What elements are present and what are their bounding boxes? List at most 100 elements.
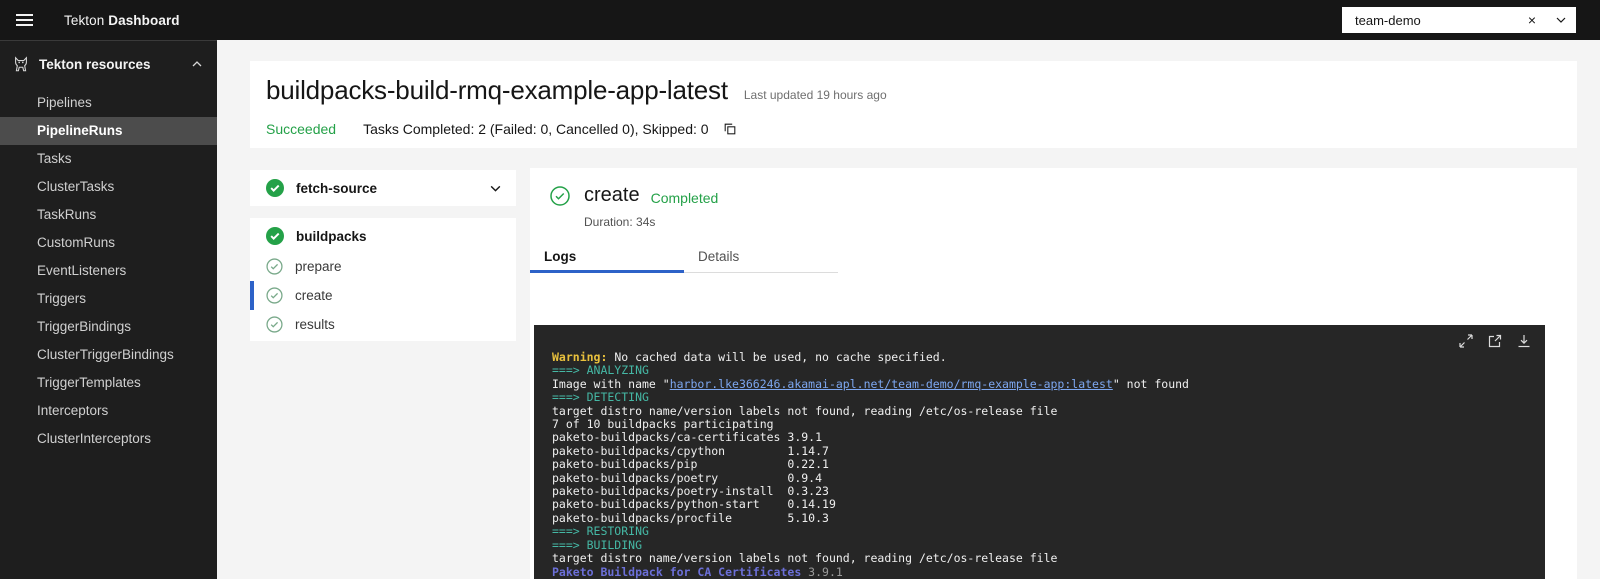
status-badge: Succeeded bbox=[266, 121, 336, 137]
log-text: No cached data will be used, no cache sp… bbox=[607, 350, 946, 364]
tab-logs[interactable]: Logs bbox=[530, 243, 684, 273]
step-item-create[interactable]: create bbox=[250, 281, 516, 310]
log-link[interactable]: harbor.lke366246.akamai-apl.net/team-dem… bbox=[670, 377, 1113, 391]
sidebar-item-pipelineruns[interactable]: PipelineRuns bbox=[0, 117, 217, 145]
log-text: target distro name/version labels not fo… bbox=[552, 551, 1057, 565]
sidebar-item-clusterinterceptors[interactable]: ClusterInterceptors bbox=[0, 425, 217, 453]
step-status-text: Completed bbox=[651, 190, 719, 206]
log-toolbar bbox=[1458, 333, 1532, 349]
log-text: paketo-buildpacks/python-start 0.14.19 bbox=[552, 497, 836, 511]
log-line: 7 of 10 buildpacks participating bbox=[552, 418, 1531, 431]
namespace-select-value: team-demo bbox=[1342, 13, 1518, 28]
step-check-icon bbox=[266, 287, 283, 304]
log-line: ===> ANALYZING bbox=[552, 364, 1531, 377]
tekton-logo-icon bbox=[12, 55, 30, 73]
log-line: paketo-buildpacks/python-start 0.14.19 bbox=[552, 498, 1531, 511]
maximize-icon[interactable] bbox=[1458, 333, 1474, 349]
app-title: Tekton Dashboard bbox=[64, 13, 180, 28]
step-item-results[interactable]: results bbox=[250, 310, 516, 339]
chevron-down-icon[interactable] bbox=[1546, 14, 1576, 26]
task-item-buildpacks: buildpacks prepare create results bbox=[250, 218, 516, 341]
log-line: ===> RESTORING bbox=[552, 525, 1531, 538]
sidebar-item-interceptors[interactable]: Interceptors bbox=[0, 397, 217, 425]
step-check-icon bbox=[266, 316, 283, 333]
log-line: paketo-buildpacks/poetry-install 0.3.23 bbox=[552, 485, 1531, 498]
last-updated-text: Last updated 19 hours ago bbox=[744, 88, 887, 102]
log-text: paketo-buildpacks/pip 0.22.1 bbox=[552, 457, 829, 471]
sidebar-items: PipelinesPipelineRunsTasksClusterTasksTa… bbox=[0, 89, 217, 453]
sidebar-item-tasks[interactable]: Tasks bbox=[0, 145, 217, 173]
log-line: target distro name/version labels not fo… bbox=[552, 552, 1531, 565]
sidebar-item-triggers[interactable]: Triggers bbox=[0, 285, 217, 313]
namespace-select[interactable]: team-demo × bbox=[1342, 7, 1576, 33]
log-text: ===> DETECTING bbox=[552, 390, 649, 404]
sidebar-section-tekton-resources[interactable]: Tekton resources bbox=[0, 41, 217, 83]
sidebar-item-clustertriggerbindings[interactable]: ClusterTriggerBindings bbox=[0, 341, 217, 369]
log-text: paketo-buildpacks/procfile 5.10.3 bbox=[552, 511, 829, 525]
log-line: paketo-buildpacks/poetry 0.9.4 bbox=[552, 472, 1531, 485]
sidebar: Tekton resources PipelinesPipelineRunsTa… bbox=[0, 40, 217, 579]
log-line: Warning: No cached data will be used, no… bbox=[552, 351, 1531, 364]
log-viewer[interactable]: Warning: No cached data will be used, no… bbox=[534, 325, 1545, 579]
copy-icon[interactable] bbox=[723, 122, 737, 136]
tasks-summary: Tasks Completed: 2 (Failed: 0, Cancelled… bbox=[363, 121, 709, 137]
log-line: Paketo Buildpack for CA Certificates 3.9… bbox=[552, 566, 1531, 579]
log-line: target distro name/version labels not fo… bbox=[552, 405, 1531, 418]
step-item-prepare[interactable]: prepare bbox=[250, 252, 516, 281]
clear-selection-icon[interactable]: × bbox=[1518, 12, 1546, 28]
step-success-check-icon bbox=[550, 186, 570, 206]
log-line: paketo-buildpacks/procfile 5.10.3 bbox=[552, 512, 1531, 525]
main-content: buildpacks-build-rmq-example-app-latest … bbox=[217, 40, 1600, 579]
sidebar-item-triggerbindings[interactable]: TriggerBindings bbox=[0, 313, 217, 341]
step-name: results bbox=[295, 317, 335, 332]
tab-details[interactable]: Details bbox=[684, 243, 838, 273]
sidebar-section-label: Tekton resources bbox=[39, 57, 191, 72]
log-line: paketo-buildpacks/pip 0.22.1 bbox=[552, 458, 1531, 471]
log-text: " not found bbox=[1113, 377, 1189, 391]
log-text: target distro name/version labels not fo… bbox=[552, 404, 1057, 418]
top-bar: Tekton Dashboard team-demo × bbox=[0, 0, 1600, 40]
log-line: paketo-buildpacks/cpython 1.14.7 bbox=[552, 445, 1531, 458]
task-item-fetch-source[interactable]: fetch-source bbox=[250, 170, 516, 206]
log-line: ===> DETECTING bbox=[552, 391, 1531, 404]
log-line: Image with name "harbor.lke366246.akamai… bbox=[552, 378, 1531, 391]
chevron-down-icon bbox=[489, 182, 502, 195]
log-text: paketo-buildpacks/cpython 1.14.7 bbox=[552, 444, 829, 458]
sidebar-item-customruns[interactable]: CustomRuns bbox=[0, 229, 217, 257]
open-in-new-icon[interactable] bbox=[1487, 333, 1503, 349]
log-content: Warning: No cached data will be used, no… bbox=[534, 325, 1545, 579]
menu-hamburger-icon[interactable] bbox=[0, 0, 48, 40]
step-check-icon bbox=[266, 258, 283, 275]
sidebar-item-clustertasks[interactable]: ClusterTasks bbox=[0, 173, 217, 201]
success-check-icon bbox=[266, 227, 284, 245]
task-name: fetch-source bbox=[296, 181, 489, 196]
page-title: buildpacks-build-rmq-example-app-latest bbox=[266, 75, 728, 106]
sidebar-item-eventlisteners[interactable]: EventListeners bbox=[0, 257, 217, 285]
sidebar-item-taskruns[interactable]: TaskRuns bbox=[0, 201, 217, 229]
sidebar-item-pipelines[interactable]: Pipelines bbox=[0, 89, 217, 117]
step-title: create bbox=[584, 184, 640, 207]
task-name: buildpacks bbox=[296, 229, 367, 244]
log-line: paketo-buildpacks/ca-certificates 3.9.1 bbox=[552, 431, 1531, 444]
log-text: ===> BUILDING bbox=[552, 538, 642, 552]
app-title-prefix: Tekton bbox=[64, 13, 104, 28]
log-text: ===> ANALYZING bbox=[552, 363, 649, 377]
log-text: Paketo Buildpack for CA Certificates bbox=[552, 565, 801, 579]
log-line: ===> BUILDING bbox=[552, 539, 1531, 552]
log-text: paketo-buildpacks/poetry 0.9.4 bbox=[552, 471, 822, 485]
step-name: create bbox=[295, 288, 333, 303]
pipelinerun-header: buildpacks-build-rmq-example-app-latest … bbox=[250, 61, 1577, 148]
log-text: ===> RESTORING bbox=[552, 524, 649, 538]
download-icon[interactable] bbox=[1516, 333, 1532, 349]
log-text: 7 of 10 buildpacks participating bbox=[552, 417, 774, 431]
chevron-up-icon bbox=[191, 58, 203, 70]
log-text: paketo-buildpacks/ca-certificates 3.9.1 bbox=[552, 430, 822, 444]
sidebar-item-triggertemplates[interactable]: TriggerTemplates bbox=[0, 369, 217, 397]
app-title-product: Dashboard bbox=[108, 13, 179, 28]
task-header-buildpacks[interactable]: buildpacks bbox=[250, 220, 516, 252]
success-check-icon bbox=[266, 179, 284, 197]
log-text: Image with name " bbox=[552, 377, 670, 391]
step-list: prepare create results bbox=[250, 252, 516, 339]
log-text: paketo-buildpacks/poetry-install 0.3.23 bbox=[552, 484, 829, 498]
log-text: Warning: bbox=[552, 350, 607, 364]
